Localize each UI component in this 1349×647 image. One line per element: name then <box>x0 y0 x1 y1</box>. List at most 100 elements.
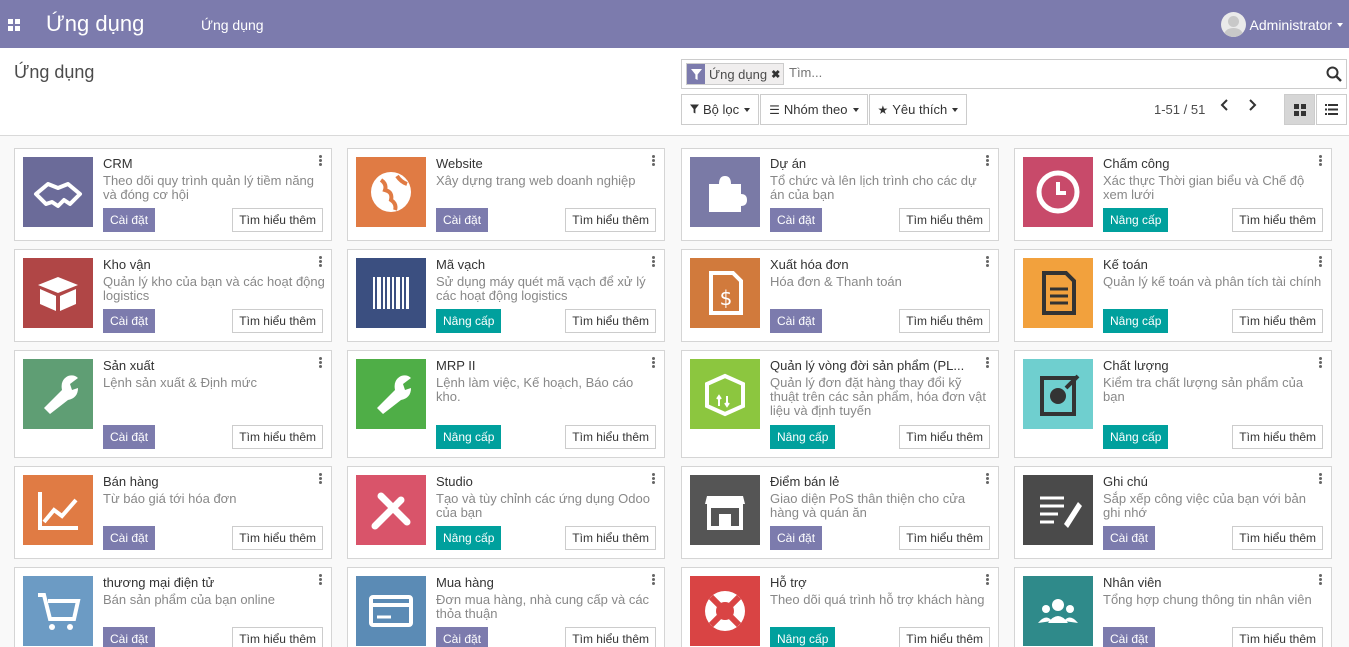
app-name: Xuất hóa đơn <box>770 257 849 272</box>
upgrade-button[interactable]: Nâng cấp <box>770 627 836 647</box>
learn-more-button[interactable]: Tìm hiểu thêm <box>565 425 656 449</box>
install-button[interactable]: Cài đặt <box>770 309 823 333</box>
app-name: Chấm công <box>1103 156 1170 171</box>
kanban-view-button[interactable] <box>1284 94 1315 125</box>
install-button[interactable]: Cài đặt <box>103 526 156 550</box>
learn-more-button[interactable]: Tìm hiểu thêm <box>565 309 656 333</box>
more-options-icon[interactable] <box>652 574 656 586</box>
app-card: Ghi chú Sắp xếp công việc của bạn với bản… <box>1014 466 1332 559</box>
box-icon <box>23 258 93 328</box>
upgrade-button[interactable]: Nâng cấp <box>436 309 502 333</box>
learn-more-button[interactable]: Tìm hiểu thêm <box>565 208 656 232</box>
more-options-icon[interactable] <box>652 473 656 485</box>
more-options-icon[interactable] <box>1319 473 1323 485</box>
learn-more-button[interactable]: Tìm hiểu thêm <box>1232 309 1323 333</box>
app-name: Studio <box>436 474 473 489</box>
app-card: Hỗ trợ Theo dõi quá trình hỗ trợ khách hà… <box>681 567 999 647</box>
install-button[interactable]: Cài đặt <box>103 309 156 333</box>
group-by-button[interactable]: ☰ Nhóm theo <box>760 94 868 125</box>
app-summary: Xây dựng trang web doanh nghiệp <box>436 173 636 188</box>
app-brand-title[interactable]: Ứng dụng <box>46 11 144 37</box>
install-button[interactable]: Cài đặt <box>436 208 489 232</box>
learn-more-button[interactable]: Tìm hiểu thêm <box>232 627 323 647</box>
pager-value[interactable]: 1-51 / 51 <box>1154 102 1205 117</box>
learn-more-button[interactable]: Tìm hiểu thêm <box>565 627 656 647</box>
filters-button[interactable]: Bộ lọc <box>681 94 760 125</box>
more-options-icon[interactable] <box>319 357 323 369</box>
app-summary: Sắp xếp công việc của bạn với bản ghi nh… <box>1103 491 1306 520</box>
more-options-icon[interactable] <box>986 256 990 268</box>
user-menu[interactable]: Administrator <box>1220 12 1343 37</box>
more-options-icon[interactable] <box>319 574 323 586</box>
clock-icon <box>1023 157 1093 227</box>
learn-more-button[interactable]: Tìm hiểu thêm <box>232 425 323 449</box>
control-panel: Ứng dụng Ứng dụng ✖ Bộ lọc ☰ Nhóm theo <box>0 48 1349 136</box>
install-button[interactable]: Cài đặt <box>1103 526 1156 550</box>
app-card: Studio Tạo và tùy chỉnh các ứng dụng Odoo… <box>347 466 665 559</box>
learn-more-button[interactable]: Tìm hiểu thêm <box>1232 425 1323 449</box>
learn-more-button[interactable]: Tìm hiểu thêm <box>232 208 323 232</box>
upgrade-button[interactable]: Nâng cấp <box>1103 309 1169 333</box>
learn-more-button[interactable]: Tìm hiểu thêm <box>1232 526 1323 550</box>
app-name: Sản xuất <box>103 358 155 373</box>
learn-more-button[interactable]: Tìm hiểu thêm <box>1232 627 1323 647</box>
more-options-icon[interactable] <box>652 155 656 167</box>
search-input[interactable] <box>789 65 1309 80</box>
install-button[interactable]: Cài đặt <box>103 208 156 232</box>
chevron-left-icon[interactable] <box>1219 98 1231 117</box>
more-options-icon[interactable] <box>319 155 323 167</box>
upgrade-button[interactable]: Nâng cấp <box>770 425 836 449</box>
app-name: Kế toán <box>1103 257 1148 272</box>
app-name: Ghi chú <box>1103 474 1148 489</box>
upgrade-button[interactable]: Nâng cấp <box>436 526 502 550</box>
search-box[interactable]: Ứng dụng ✖ <box>681 59 1347 89</box>
more-options-icon[interactable] <box>319 256 323 268</box>
app-name: Quản lý vòng đời sản phẩm (PL... <box>770 358 965 373</box>
search-icon[interactable] <box>1326 66 1342 82</box>
install-button[interactable]: Cài đặt <box>1103 627 1156 647</box>
close-icon[interactable]: ✖ <box>771 68 783 81</box>
menu-item-apps[interactable]: Ứng dụng <box>201 17 264 33</box>
learn-more-button[interactable]: Tìm hiểu thêm <box>899 309 990 333</box>
learn-more-button[interactable]: Tìm hiểu thêm <box>232 526 323 550</box>
install-button[interactable]: Cài đặt <box>103 627 156 647</box>
more-options-icon[interactable] <box>1319 574 1323 586</box>
learn-more-button[interactable]: Tìm hiểu thêm <box>232 309 323 333</box>
app-summary: Từ báo giá tới hóa đơn <box>103 491 237 506</box>
install-button[interactable]: Cài đặt <box>436 627 489 647</box>
app-summary: Lệnh làm việc, Kế hoạch, Báo cáo kho. <box>436 375 634 404</box>
more-options-icon[interactable] <box>986 473 990 485</box>
learn-more-button[interactable]: Tìm hiểu thêm <box>1232 208 1323 232</box>
more-options-icon[interactable] <box>986 357 990 369</box>
more-options-icon[interactable] <box>652 256 656 268</box>
favorites-button[interactable]: ★ Yêu thích <box>868 94 968 125</box>
search-options: Bộ lọc ☰ Nhóm theo ★ Yêu thích <box>681 94 968 125</box>
app-summary: Kiểm tra chất lượng sản phẩm của bạn <box>1103 375 1304 404</box>
more-options-icon[interactable] <box>986 155 990 167</box>
upgrade-button[interactable]: Nâng cấp <box>1103 425 1169 449</box>
upgrade-button[interactable]: Nâng cấp <box>436 425 502 449</box>
chevron-right-icon[interactable] <box>1246 98 1258 117</box>
favorites-label: Yêu thích <box>892 102 948 117</box>
search-facet[interactable]: Ứng dụng ✖ <box>686 63 785 85</box>
install-button[interactable]: Cài đặt <box>770 526 823 550</box>
more-options-icon[interactable] <box>319 473 323 485</box>
more-options-icon[interactable] <box>986 574 990 586</box>
more-options-icon[interactable] <box>1319 155 1323 167</box>
more-options-icon[interactable] <box>1319 357 1323 369</box>
learn-more-button[interactable]: Tìm hiểu thêm <box>899 627 990 647</box>
learn-more-button[interactable]: Tìm hiểu thêm <box>899 526 990 550</box>
upgrade-button[interactable]: Nâng cấp <box>1103 208 1169 232</box>
more-options-icon[interactable] <box>1319 256 1323 268</box>
apps-menu-icon[interactable] <box>8 19 20 31</box>
learn-more-button[interactable]: Tìm hiểu thêm <box>565 526 656 550</box>
list-view-button[interactable] <box>1316 94 1347 125</box>
learn-more-button[interactable]: Tìm hiểu thêm <box>899 425 990 449</box>
lifebuoy-icon <box>690 576 760 646</box>
more-options-icon[interactable] <box>652 357 656 369</box>
group-by-label: Nhóm theo <box>783 102 848 117</box>
install-button[interactable]: Cài đặt <box>103 425 156 449</box>
install-button[interactable]: Cài đặt <box>770 208 823 232</box>
learn-more-button[interactable]: Tìm hiểu thêm <box>899 208 990 232</box>
app-card: CRM Theo dõi quy trình quản lý tiềm năng … <box>14 148 332 241</box>
